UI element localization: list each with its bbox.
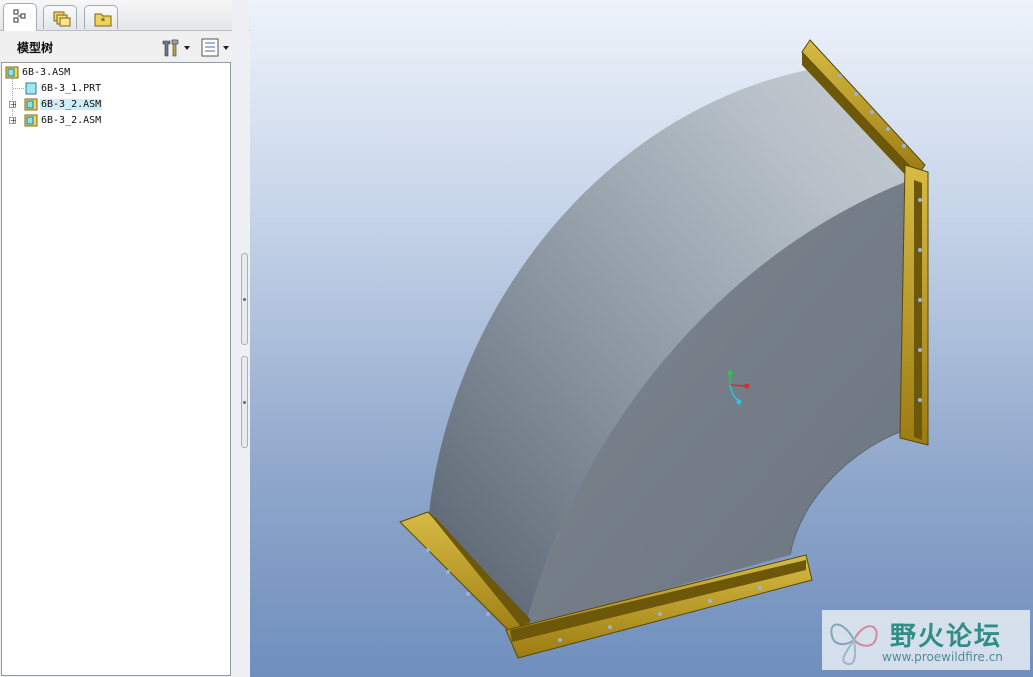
favorites-folder-icon: *: [94, 13, 112, 27]
tree-item-subassembly[interactable]: 6B-3_2.ASM: [24, 113, 102, 128]
watermark-url: www.proewildfire.cn: [882, 650, 1003, 664]
tree-item-label: 6B-3_1.PRT: [41, 83, 102, 94]
forum-watermark: 野火论坛 www.proewildfire.cn: [822, 610, 1030, 670]
sash-grip-top[interactable]: [241, 253, 248, 345]
model-tree: 6B-3.ASM 6B-3_1.PRT + 6B-3_2.ASM + 6B-3_…: [1, 62, 231, 676]
settings-button[interactable]: [160, 36, 194, 58]
butterfly-logo-icon: [830, 623, 878, 666]
svg-text:*: *: [101, 17, 106, 27]
tree-item-subassembly[interactable]: 6B-3_2.ASM: [24, 97, 103, 112]
tree-connector: [12, 78, 13, 120]
tools-icon: [162, 39, 190, 57]
tree-item-label: 6B-3_2.ASM: [41, 115, 102, 126]
sash-grip-bottom[interactable]: [241, 356, 248, 448]
assembly-icon: [24, 114, 38, 127]
navigator-tabstrip: *: [0, 0, 250, 31]
navigator-panel: * 模型树 6B-3.ASM 6B-3_1.PRT + 6B-3_2.ASM +…: [0, 0, 251, 677]
tab-model-tree[interactable]: [3, 3, 37, 31]
expand-toggle[interactable]: +: [9, 117, 17, 125]
navigator-sash[interactable]: [232, 0, 249, 677]
watermark-name: 野火论坛: [890, 622, 1003, 652]
tree-columns-icon: [201, 38, 229, 57]
tree-connector: [13, 88, 24, 89]
layers-icon: [53, 11, 71, 27]
show-columns-button[interactable]: [200, 36, 234, 58]
tree-item-root[interactable]: 6B-3.ASM: [5, 65, 71, 80]
expand-toggle[interactable]: +: [9, 101, 17, 109]
model-tree-icon: [13, 9, 26, 23]
tab-favorites[interactable]: *: [84, 5, 118, 29]
tree-item-part[interactable]: 6B-3_1.PRT: [24, 81, 102, 96]
tree-item-label: 6B-3.ASM: [22, 67, 71, 78]
assembly-icon: [24, 98, 38, 111]
duct-elbow-model: [399, 39, 929, 659]
tab-layers[interactable]: [43, 5, 77, 29]
model-tree-title: 模型树: [17, 41, 54, 55]
model-tree-header: 模型树: [0, 31, 250, 61]
graphics-viewport[interactable]: [250, 0, 1033, 677]
part-icon: [25, 82, 37, 95]
tree-item-label: 6B-3_2.ASM: [40, 99, 103, 110]
